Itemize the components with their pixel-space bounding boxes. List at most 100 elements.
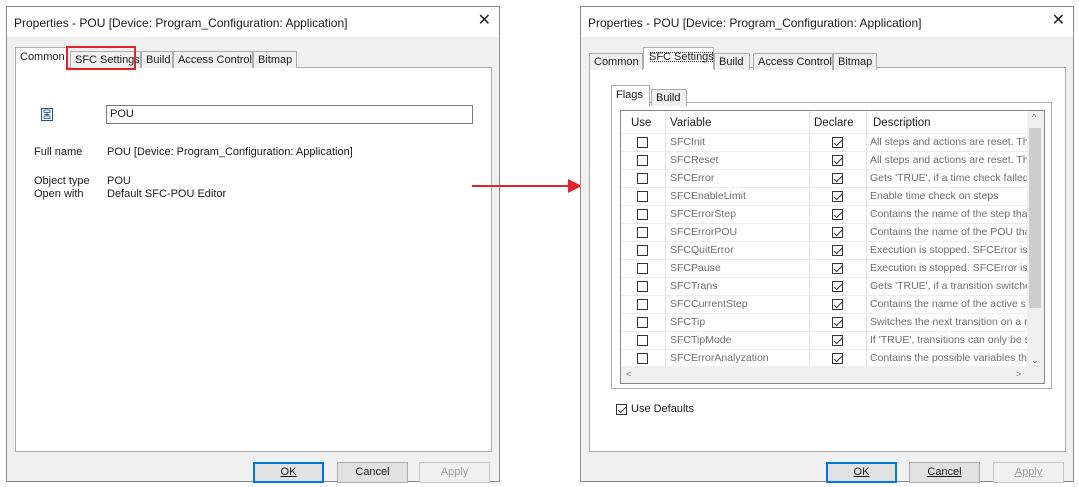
use-checkbox[interactable] bbox=[637, 227, 648, 238]
ok-button-label: OK bbox=[280, 466, 297, 478]
use-checkbox[interactable] bbox=[637, 137, 648, 148]
declare-checkbox[interactable] bbox=[832, 227, 843, 238]
column-header-variable[interactable]: Variable bbox=[670, 111, 711, 133]
flags-grid[interactable]: Use Variable Declare Description SFCInit… bbox=[620, 110, 1045, 384]
apply-button[interactable]: Apply bbox=[993, 462, 1064, 483]
properties-dialog-left: Properties - POU [Device: Program_Config… bbox=[6, 6, 500, 483]
vertical-scrollbar[interactable]: ^ ⌄ bbox=[1027, 111, 1044, 367]
declare-checkbox[interactable] bbox=[832, 263, 843, 274]
tab-access-control[interactable]: Access Control bbox=[173, 51, 253, 68]
table-row[interactable]: SFCInit All steps and actions are reset. … bbox=[621, 133, 1031, 151]
variable-cell: SFCQuitError bbox=[670, 244, 734, 256]
subtab-build[interactable]: Build bbox=[651, 89, 687, 106]
apply-button-label: Apply bbox=[440, 466, 469, 478]
description-cell: Execution is stopped. SFCError is r bbox=[870, 262, 1030, 274]
cancel-button[interactable]: Cancel bbox=[337, 462, 408, 483]
close-icon[interactable]: ✕ bbox=[1052, 12, 1065, 30]
table-row[interactable]: SFCPause Execution is stopped. SFCError i… bbox=[621, 259, 1031, 277]
table-row[interactable]: SFCCurrentStep Contains the name of the a… bbox=[621, 295, 1031, 313]
use-checkbox[interactable] bbox=[637, 317, 648, 328]
variable-cell: SFCErrorAnalyzation bbox=[670, 352, 769, 364]
table-row[interactable]: SFCReset All steps and actions are reset.… bbox=[621, 151, 1031, 169]
table-row[interactable]: SFCTip Switches the next transition on a … bbox=[621, 313, 1031, 331]
use-checkbox[interactable] bbox=[637, 245, 648, 256]
table-row[interactable]: SFCErrorStep Contains the name of the ste… bbox=[621, 205, 1031, 223]
declare-checkbox[interactable] bbox=[832, 137, 843, 148]
tab-sfc-settings[interactable]: SFC Settings bbox=[70, 51, 141, 68]
tab-build[interactable]: Build bbox=[141, 51, 173, 68]
description-cell: Enable time check on steps bbox=[870, 190, 999, 202]
declare-checkbox[interactable] bbox=[832, 173, 843, 184]
scroll-up-icon[interactable]: ^ bbox=[1032, 111, 1036, 126]
variable-cell: SFCTip bbox=[670, 316, 706, 328]
description-cell: If 'TRUE', transitions can only be s bbox=[870, 334, 1030, 346]
column-header-declare[interactable]: Declare bbox=[814, 111, 854, 133]
description-cell: All steps and actions are reset. Th bbox=[870, 154, 1029, 166]
use-checkbox[interactable] bbox=[637, 299, 648, 310]
cancel-button-label: Cancel bbox=[355, 466, 390, 478]
tab-common[interactable]: Common bbox=[15, 47, 68, 69]
full-name-label: Full name bbox=[34, 146, 83, 158]
declare-checkbox[interactable] bbox=[832, 299, 843, 310]
declare-checkbox[interactable] bbox=[832, 191, 843, 202]
scroll-left-icon[interactable]: < bbox=[626, 366, 631, 383]
declare-checkbox[interactable] bbox=[832, 209, 843, 220]
table-row[interactable]: SFCErrorPOU Contains the name of the POU … bbox=[621, 223, 1031, 241]
grid-header: Use Variable Declare Description bbox=[621, 111, 1044, 133]
column-header-use[interactable]: Use bbox=[631, 111, 651, 133]
ok-button[interactable]: OK bbox=[826, 462, 897, 483]
table-row[interactable]: SFCEnableLimit Enable time check on steps bbox=[621, 187, 1031, 205]
variable-cell: SFCEnableLimit bbox=[670, 190, 746, 202]
tab-build[interactable]: Build bbox=[714, 53, 750, 70]
variable-cell: SFCPause bbox=[670, 262, 721, 274]
use-checkbox[interactable] bbox=[637, 209, 648, 220]
close-icon[interactable]: ✕ bbox=[478, 12, 491, 30]
tab-bitmap[interactable]: Bitmap bbox=[253, 51, 297, 68]
name-input[interactable]: POU bbox=[106, 105, 473, 124]
variable-cell: SFCCurrentStep bbox=[670, 298, 748, 310]
apply-button[interactable]: Apply bbox=[419, 462, 490, 483]
variable-cell: SFCErrorPOU bbox=[670, 226, 738, 238]
table-row[interactable]: SFCTipMode If 'TRUE', transitions can onl… bbox=[621, 331, 1031, 349]
declare-checkbox[interactable] bbox=[832, 155, 843, 166]
table-row[interactable]: SFCErrorAnalyzation Contains the possible… bbox=[621, 349, 1031, 367]
use-checkbox[interactable] bbox=[637, 263, 648, 274]
declare-checkbox[interactable] bbox=[832, 317, 843, 328]
scroll-right-icon[interactable]: > bbox=[1016, 366, 1021, 383]
use-checkbox[interactable] bbox=[637, 191, 648, 202]
description-cell: Contains the name of the POU tha bbox=[870, 226, 1030, 238]
title-bar: Properties - POU [Device: Program_Config… bbox=[581, 7, 1073, 37]
ok-button-label: OK bbox=[853, 466, 870, 478]
subtab-flags[interactable]: Flags bbox=[611, 85, 650, 107]
declare-checkbox[interactable] bbox=[832, 281, 843, 292]
variable-cell: SFCInit bbox=[670, 136, 706, 148]
scroll-thumb[interactable] bbox=[1029, 128, 1041, 308]
variable-cell: SFCTrans bbox=[670, 280, 718, 292]
cancel-button[interactable]: Cancel bbox=[909, 462, 980, 483]
sfc-pou-icon bbox=[41, 108, 53, 121]
use-defaults-checkbox[interactable] bbox=[616, 404, 627, 415]
table-row[interactable]: SFCTrans Gets 'TRUE', if a transition swi… bbox=[621, 277, 1031, 295]
declare-checkbox[interactable] bbox=[832, 245, 843, 256]
ok-button[interactable]: OK bbox=[253, 462, 324, 483]
column-header-description[interactable]: Description bbox=[873, 111, 931, 133]
dialog-title: Properties - POU [Device: Program_Config… bbox=[14, 16, 348, 30]
use-defaults-label: Use Defaults bbox=[631, 403, 694, 415]
tab-panel-common bbox=[15, 67, 492, 452]
use-checkbox[interactable] bbox=[637, 281, 648, 292]
declare-checkbox[interactable] bbox=[832, 353, 843, 364]
use-checkbox[interactable] bbox=[637, 173, 648, 184]
declare-checkbox[interactable] bbox=[832, 335, 843, 346]
table-row[interactable]: SFCQuitError Execution is stopped. SFCErr… bbox=[621, 241, 1031, 259]
tab-access-control[interactable]: Access Control bbox=[753, 53, 833, 70]
tab-sfc-settings[interactable]: SFC Settings bbox=[643, 47, 714, 69]
open-with-label: Open with bbox=[34, 188, 84, 200]
use-checkbox[interactable] bbox=[637, 353, 648, 364]
cancel-button-label: Cancel bbox=[927, 466, 962, 478]
horizontal-scrollbar[interactable]: < > bbox=[621, 366, 1044, 383]
tab-common[interactable]: Common bbox=[589, 53, 643, 70]
use-checkbox[interactable] bbox=[637, 335, 648, 346]
use-checkbox[interactable] bbox=[637, 155, 648, 166]
tab-bitmap[interactable]: Bitmap bbox=[833, 53, 877, 70]
table-row[interactable]: SFCError Gets 'TRUE', if a time check fai… bbox=[621, 169, 1031, 187]
